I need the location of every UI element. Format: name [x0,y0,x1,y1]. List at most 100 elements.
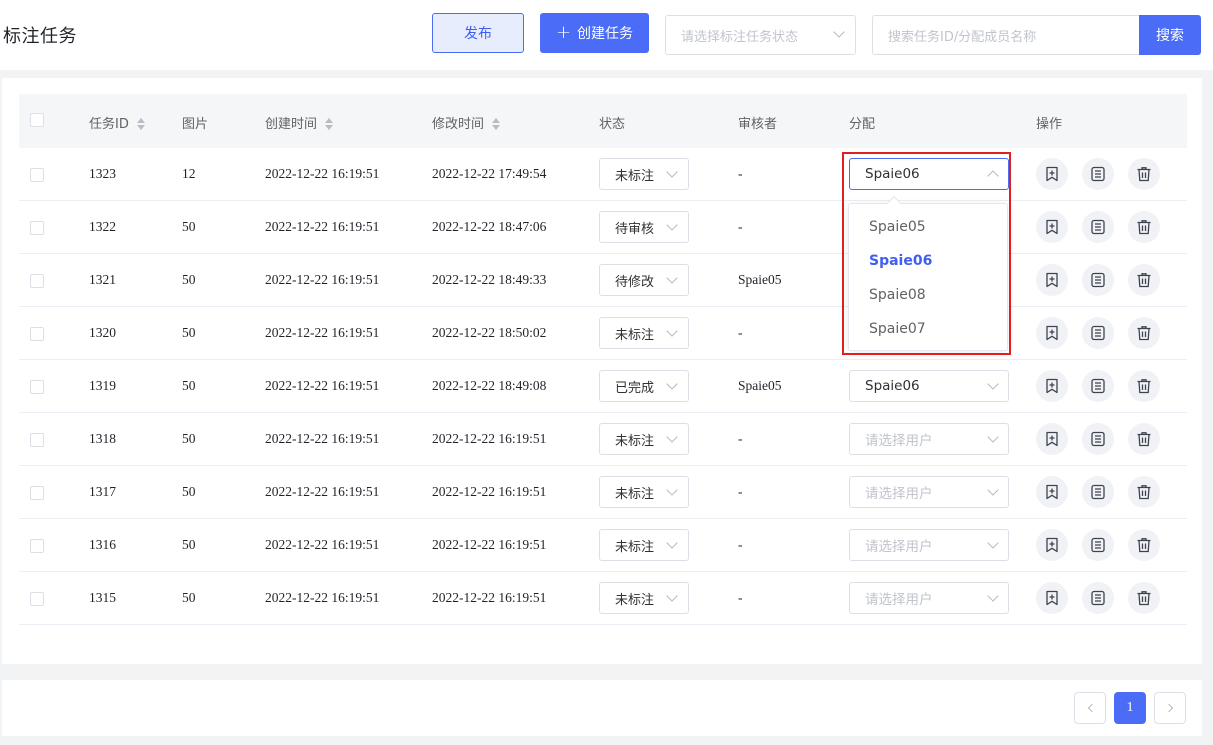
sort-icon[interactable] [136,117,146,130]
assignee-select[interactable]: 请选择用户 [849,582,1009,614]
row-checkbox[interactable] [30,486,44,500]
status-select[interactable]: 未标注 [599,529,689,561]
search-placeholder: 搜索任务ID/分配成员名称 [888,29,1037,45]
status-select[interactable]: 未标注 [599,423,689,455]
status-select[interactable]: 未标注 [599,582,689,614]
trash-icon[interactable] [1128,211,1160,243]
row-checkbox[interactable] [30,380,44,394]
document-list-icon[interactable] [1082,582,1114,614]
add-bookmark-icon[interactable] [1036,529,1068,561]
created-time: 2022-12-22 16:19:51 [265,166,380,181]
chevron-right-icon [1164,703,1173,713]
create-task-button[interactable]: + 创建任务 [540,13,649,53]
dropdown-option[interactable]: Spaie07 [849,312,1007,346]
search-input[interactable]: 搜索任务ID/分配成员名称 [872,15,1140,55]
select-all-checkbox[interactable] [30,113,44,127]
trash-icon[interactable] [1128,158,1160,190]
dropdown-option-selected[interactable]: Spaie06 [849,244,1007,278]
task-status-select[interactable]: 请选择标注任务状态 [665,15,856,55]
document-list-icon[interactable] [1082,211,1114,243]
row-checkbox[interactable] [30,327,44,341]
reviewer: - [738,325,743,340]
status-value: 未标注 [615,539,655,555]
next-page-button[interactable] [1154,692,1186,724]
row-checkbox[interactable] [30,274,44,288]
document-list-icon[interactable] [1082,423,1114,455]
status-select[interactable]: 待审核 [599,211,689,243]
publish-button[interactable]: 发布 [432,13,524,53]
modified-time: 2022-12-22 16:19:51 [432,431,547,446]
add-bookmark-icon[interactable] [1036,264,1068,296]
trash-icon[interactable] [1128,529,1160,561]
row-checkbox[interactable] [30,168,44,182]
column-header-created[interactable]: 创建时间 [265,113,334,132]
sort-icon[interactable] [325,117,334,130]
status-value: 未标注 [615,327,655,343]
row-checkbox[interactable] [30,433,44,447]
document-list-icon[interactable] [1082,529,1114,561]
column-header-id[interactable]: 任务ID [89,113,146,132]
add-bookmark-icon[interactable] [1036,582,1068,614]
task-id: 1319 [89,378,116,393]
document-list-icon[interactable] [1082,317,1114,349]
task-id: 1317 [89,484,116,499]
modified-time: 2022-12-22 18:49:08 [432,378,547,393]
row-checkbox[interactable] [30,221,44,235]
status-select[interactable]: 未标注 [599,317,689,349]
image-count: 50 [182,325,196,340]
trash-icon[interactable] [1128,264,1160,296]
status-select[interactable]: 已完成 [599,370,689,402]
trash-icon[interactable] [1128,423,1160,455]
dropdown-option[interactable]: Spaie05 [849,210,1007,244]
document-list-icon[interactable] [1082,476,1114,508]
reviewer: - [738,590,743,605]
trash-icon[interactable] [1128,582,1160,614]
status-select[interactable]: 待修改 [599,264,689,296]
current-page-button[interactable]: 1 [1114,692,1146,724]
trash-icon[interactable] [1128,370,1160,402]
assignee-select[interactable]: 请选择用户 [849,476,1009,508]
add-bookmark-icon[interactable] [1036,476,1068,508]
add-bookmark-icon[interactable] [1036,423,1068,455]
chevron-down-icon [666,325,678,337]
image-count: 50 [182,219,196,234]
modified-time: 2022-12-22 16:19:51 [432,590,547,605]
add-bookmark-icon[interactable] [1036,317,1068,349]
created-time: 2022-12-22 16:19:51 [265,272,380,287]
created-time: 2022-12-22 16:19:51 [265,537,380,552]
add-bookmark-icon[interactable] [1036,211,1068,243]
assignee-select[interactable]: 请选择用户 [849,423,1009,455]
assignee-select[interactable]: Spaie06 [849,158,1009,190]
row-checkbox[interactable] [30,592,44,606]
status-select[interactable]: 未标注 [599,476,689,508]
add-bookmark-icon[interactable] [1036,158,1068,190]
chevron-down-icon [666,378,678,390]
document-list-icon[interactable] [1082,264,1114,296]
document-list-icon[interactable] [1082,370,1114,402]
column-header-modified[interactable]: 修改时间 [432,113,501,132]
created-time: 2022-12-22 16:19:51 [265,325,380,340]
row-checkbox[interactable] [30,539,44,553]
trash-icon[interactable] [1128,476,1160,508]
assignee-placeholder: 请选择用户 [865,592,933,608]
status-select[interactable]: 未标注 [599,158,689,190]
task-id: 1320 [89,325,116,340]
table-row: 1321 50 2022-12-22 16:19:51 2022-12-22 18:4… [19,254,1187,307]
image-count: 50 [182,537,196,552]
assignee-select[interactable]: 请选择用户 [849,529,1009,561]
document-list-icon[interactable] [1082,158,1114,190]
modified-time: 2022-12-22 16:19:51 [432,537,547,552]
column-header-images: 图片 [182,117,209,132]
image-count: 50 [182,431,196,446]
table-row: 1315 50 2022-12-22 16:19:51 2022-12-22 16:1… [19,572,1187,625]
prev-page-button[interactable] [1074,692,1106,724]
assignee-select[interactable]: Spaie06 [849,370,1009,402]
assignee-dropdown: Spaie05 Spaie06 Spaie08 Spaie07 [848,195,1008,351]
search-button[interactable]: 搜索 [1139,15,1201,55]
image-count: 50 [182,590,196,605]
sort-icon[interactable] [492,117,501,130]
table-row: 1319 50 2022-12-22 16:19:51 2022-12-22 18:4… [19,360,1187,413]
dropdown-option[interactable]: Spaie08 [849,278,1007,312]
add-bookmark-icon[interactable] [1036,370,1068,402]
trash-icon[interactable] [1128,317,1160,349]
